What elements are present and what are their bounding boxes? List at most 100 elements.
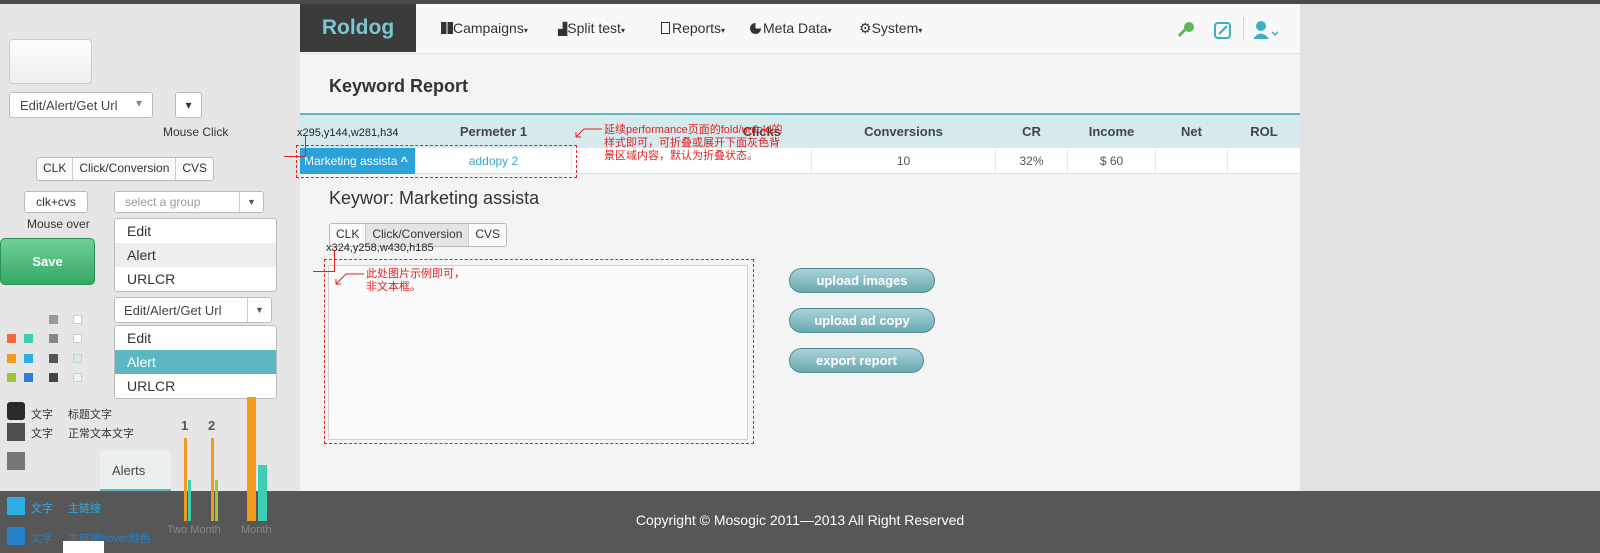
chart-bar [247,397,256,521]
page-title: Keyword Report [329,76,469,96]
nav-label: Split test [567,20,621,36]
mouse-click-label: Mouse Click [163,125,229,139]
menu-item-alert[interactable]: Alert [115,243,276,267]
legend-text: 标题文字 [68,409,112,421]
nav-item-meta-data[interactable]: Meta Data▾ [750,20,832,36]
export-report-button[interactable]: export report [789,348,924,373]
annotation-note: 延续performance页面的fold/unfold的样式即可，可折叠或展开下… [604,124,783,162]
legend-text: 文字 [31,428,53,440]
chevron-down-icon: ▾ [620,26,625,35]
chevron-down-icon: ▾ [721,26,726,35]
alerts-tab[interactable]: Alerts [100,451,171,491]
grid-icon [441,22,453,34]
tab-clk[interactable]: CLK [37,158,74,180]
clk-cvs-button[interactable]: clk+cvs [24,191,88,213]
color-swatch [73,334,82,343]
annotation-box [296,145,577,178]
nav-divider [1243,18,1245,40]
upload-images-button[interactable]: upload images [789,268,935,293]
dropdown-value: Edit/Alert/Get Url [20,98,118,113]
chart-bar [188,480,191,521]
triangle-down-icon: ▼ [247,298,271,322]
chart-label: Two Month [167,524,221,536]
nav-item-campaigns[interactable]: Campaigns▾ [441,20,528,36]
chart-bar [211,438,214,521]
cr-cell: 32% [996,148,1068,174]
net-cell [1156,148,1228,174]
chart-bar [184,438,187,521]
arrow-icon [574,126,602,138]
color-swatch [24,373,33,382]
chart-number: 2 [208,418,216,433]
edit-icon[interactable] [1213,20,1233,40]
dropdown-toggle-sample[interactable]: ▾ [175,92,202,118]
color-swatch [7,527,25,545]
menu-item-urlcr[interactable]: URLCR [115,267,276,291]
color-swatch [7,497,25,515]
legend-text: 文字 [31,533,53,545]
keyword-heading: Keywor: Marketing assista [329,188,540,208]
triangle-down-icon: ▾ [136,96,143,110]
color-swatch [73,354,82,363]
nav-item-split-test[interactable]: ▟Split test▾ [558,20,625,36]
annotation-crosshair [284,135,306,157]
menu-item-urlcr[interactable]: URLCR [115,374,276,398]
col-header-rol: ROL [1250,124,1278,139]
legend-text: 文字 [31,409,53,421]
dropdown-sample[interactable]: Edit/Alert/Get Url ▼ [114,297,272,323]
dropdown-menu-sample: Edit Alert URLCR [114,218,277,292]
annotation-coords: x324,y258,w430,h185 [326,242,434,254]
color-swatch [7,452,25,470]
menu-item-alert-selected[interactable]: Alert [115,350,276,374]
income-cell: $ 60 [1068,148,1156,174]
col-header-conversions: Conversions [812,115,996,148]
bar-chart-icon: ▟ [558,22,568,36]
app-logo[interactable]: Roldog [300,4,416,52]
table-header: Permeter 1 Clicks Conversions CR Income … [300,113,1300,148]
nav-label: Reports [672,20,722,36]
menu-item-edit[interactable]: Edit [115,219,276,243]
color-swatch [49,354,58,363]
menu-item-edit[interactable]: Edit [115,326,276,350]
color-swatch [49,373,58,382]
group-placeholder: select a group [125,195,201,209]
mouse-over-label: Mouse over [27,217,90,231]
user-icon[interactable] [1252,19,1279,41]
annotation-crosshair [313,250,335,272]
chart-bar [258,465,267,521]
color-swatch [7,354,16,363]
color-swatch [73,315,82,324]
nav-item-system[interactable]: ⚙System▾ [859,20,922,37]
color-swatch [24,334,33,343]
color-swatch [7,334,16,343]
annotation-note: 此处图片示例即可，非文本框。 [366,268,465,293]
dropdown-value: Edit/Alert/Get Url [124,303,222,318]
save-button[interactable]: Save [0,238,95,285]
group-select[interactable]: select a group ▼ [114,191,264,213]
tab-cvs[interactable]: CVS [469,224,506,246]
segmented-sample: CLK Click/Conversion CVS [36,157,215,181]
nav-label: Campaigns [453,20,524,36]
color-swatch [7,373,16,382]
right-margin [1300,4,1600,491]
nav-item-reports[interactable]: Reports▾ [661,20,725,36]
color-swatch [49,334,58,343]
color-swatch [49,315,58,324]
col-header-income: Income [1068,115,1156,148]
tab-click-conversion[interactable]: Click/Conversion [73,158,177,180]
triangle-down-icon: ▾ [185,98,192,112]
color-swatch [7,402,25,420]
key-icon[interactable] [1176,20,1196,40]
tab-cvs[interactable]: CVS [176,158,213,180]
blank-button-sample[interactable] [9,39,92,84]
copyright-text: Copyright © Mosogic 2011—2013 All Right … [635,512,965,528]
upload-ad-copy-button[interactable]: upload ad copy [789,308,935,333]
annotation-coords: x295,y144,w281,h34 [297,127,399,139]
nav-label: Meta Data [763,20,828,36]
alerts-tab-label: Alerts [112,463,146,478]
dropdown-sample[interactable]: Edit/Alert/Get Url ▾ [9,92,153,118]
color-swatch [7,423,25,441]
conversions-cell: 10 [812,148,996,174]
color-swatch [73,373,82,382]
col-header-cr: CR [996,115,1068,148]
